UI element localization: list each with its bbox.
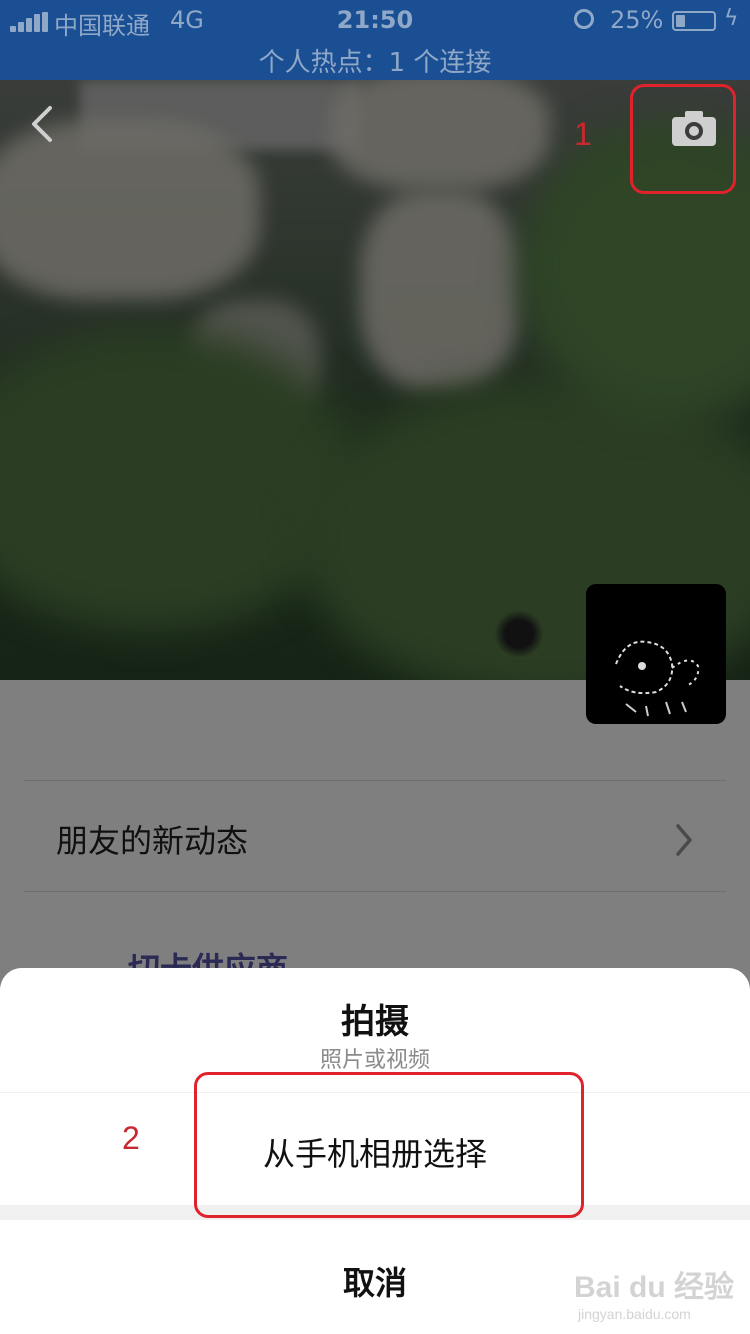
battery-percent: 25%	[610, 6, 664, 34]
watermark-url: jingyan.baidu.com	[578, 1306, 691, 1322]
scribble-mark	[494, 610, 544, 658]
watermark-brand: Bai du 经验	[574, 1271, 735, 1304]
highlight-box-album	[194, 1072, 584, 1218]
baidu-watermark: Bai du 经验 jingyan.baidu.com	[574, 1262, 734, 1322]
annotation-number-2: 2	[122, 1120, 140, 1156]
chevron-right-icon	[676, 824, 692, 856]
battery-icon	[672, 11, 716, 31]
rotation-lock-icon	[574, 9, 594, 29]
annotation-number-1: 1	[574, 116, 592, 152]
friends-updates-label[interactable]: 朋友的新动态	[56, 816, 248, 862]
shoot-subtitle: 照片或视频	[319, 1048, 430, 1073]
hotspot-banner[interactable]: 个人热点：1 个连接	[0, 42, 750, 79]
status-bar: 中国联通 4G 21:50 25% ϟ 个人热点：1 个连接	[0, 0, 750, 80]
highlight-box-camera	[630, 84, 736, 194]
divider	[24, 780, 726, 781]
avatar[interactable]	[586, 584, 726, 724]
back-chevron-icon[interactable]	[28, 104, 56, 144]
divider	[24, 891, 726, 892]
avatar-image	[615, 640, 700, 717]
shoot-title: 拍摄	[341, 1002, 409, 1042]
charging-icon: ϟ	[724, 6, 739, 31]
